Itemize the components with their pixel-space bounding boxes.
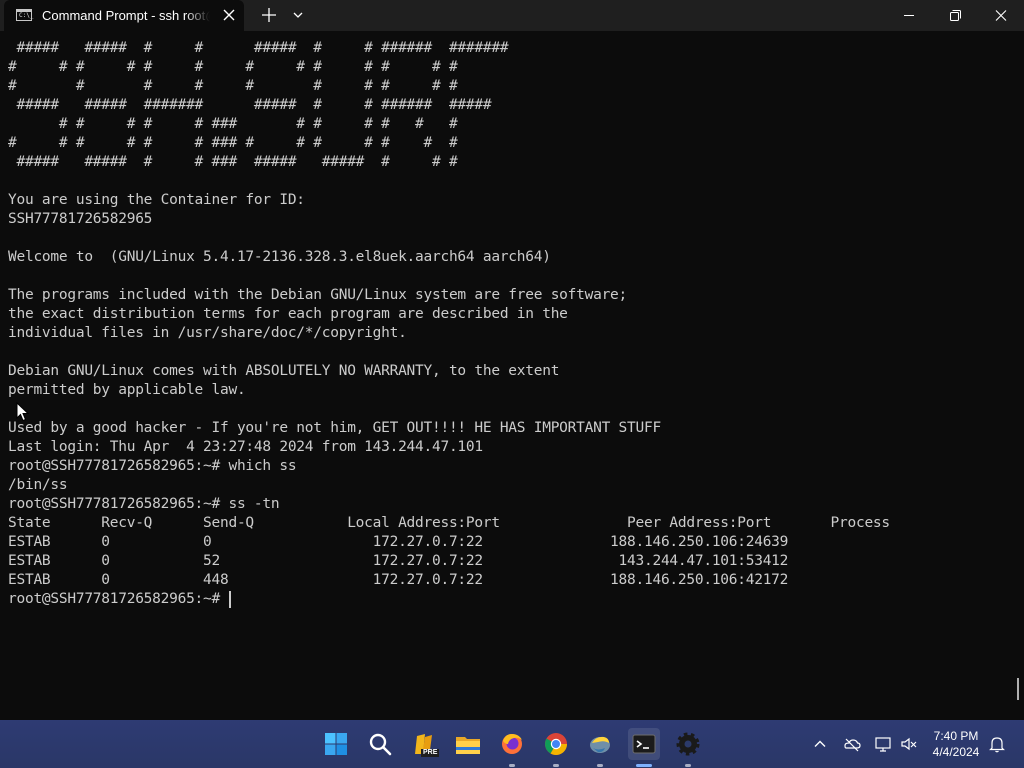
running-indicator xyxy=(597,764,603,767)
title-bar[interactable]: C:\_ Command Prompt - ssh root@ xyxy=(0,0,1024,31)
search-button[interactable] xyxy=(364,728,396,760)
close-icon xyxy=(223,9,235,21)
terminal-window: C:\_ Command Prompt - ssh root@ ##### ##… xyxy=(0,0,1024,720)
command-prompt-icon-text: C:\_ xyxy=(19,12,34,19)
pre-badge: PRE xyxy=(421,749,440,757)
settings-button[interactable] xyxy=(672,728,704,767)
file-explorer-button[interactable] xyxy=(452,728,484,760)
scrollbar-thumb[interactable] xyxy=(1017,678,1019,700)
windows-start-icon xyxy=(325,733,347,755)
tab-title: Command Prompt - ssh root@ xyxy=(42,8,210,23)
running-indicator xyxy=(509,764,515,767)
terminal-line: Welcome to (GNU/Linux 5.4.17-2136.328.3.… xyxy=(8,249,551,265)
command-prompt-icon: C:\_ xyxy=(16,9,34,21)
chrome-icon xyxy=(545,733,567,755)
taskbar: PRE 7:40 PM 4/4/2024 xyxy=(0,720,1024,768)
search-icon xyxy=(369,733,392,756)
text-cursor xyxy=(229,591,232,608)
settings-gear-icon xyxy=(676,732,700,756)
terminal-line: State Recv-Q Send-Q Local Address:Port P… xyxy=(8,515,890,531)
terminal-line: ESTAB 0 448 172.27.0.7:22 188.146.250.10… xyxy=(8,572,789,588)
firefox-button[interactable] xyxy=(496,728,528,767)
tab-dropdown-button[interactable] xyxy=(288,4,308,26)
mouse-cursor-icon xyxy=(16,401,30,427)
plus-icon xyxy=(262,8,276,22)
onedrive-offline-icon xyxy=(844,738,861,752)
running-indicator xyxy=(685,764,691,767)
clock-time: 7:40 PM xyxy=(933,729,979,743)
windows-start-button[interactable] xyxy=(320,728,352,760)
terminal-line: # # # # # # ### # # # # # # # xyxy=(8,135,458,151)
terminal-line: # # # # # # # # # # # # # xyxy=(8,59,458,75)
terminal-line: permitted by applicable law. xyxy=(8,382,246,398)
show-hidden-icons-button[interactable] xyxy=(810,734,830,754)
terminal-button[interactable] xyxy=(628,728,660,767)
chevron-down-icon xyxy=(293,12,303,18)
python-idle-button[interactable] xyxy=(584,728,616,767)
chevron-up-icon xyxy=(814,740,826,747)
terminal-line: Debian GNU/Linux comes with ABSOLUTELY N… xyxy=(8,363,560,379)
python-idle-icon xyxy=(590,736,610,753)
running-indicator xyxy=(553,764,559,767)
network-tray-button[interactable] xyxy=(873,734,893,754)
terminal-icon xyxy=(632,734,656,754)
terminal-line: The programs included with the Debian GN… xyxy=(8,287,628,303)
terminal-line: root@SSH77781726582965:~# ss -tn xyxy=(8,496,280,512)
terminal-line: the exact distribution terms for each pr… xyxy=(8,306,568,322)
close-icon xyxy=(995,10,1007,21)
terminal-line: Last login: Thu Apr 4 23:27:48 2024 from… xyxy=(8,439,483,455)
active-indicator xyxy=(636,764,652,767)
onedrive-tray-button[interactable] xyxy=(842,734,862,754)
network-icon xyxy=(875,737,891,752)
minimize-icon xyxy=(904,15,914,16)
close-window-button[interactable] xyxy=(978,0,1024,31)
terminal-line: # # # # # # # # # # xyxy=(8,78,458,94)
tab-command-prompt[interactable]: C:\_ Command Prompt - ssh root@ xyxy=(4,0,244,31)
chrome-button[interactable] xyxy=(540,728,572,767)
terminal-line: ESTAB 0 0 172.27.0.7:22 188.146.250.106:… xyxy=(8,534,789,550)
sticky-notes-pre-button[interactable]: PRE xyxy=(408,728,440,760)
terminal-line: ##### ##### ####### ##### # # ###### ###… xyxy=(8,97,492,113)
terminal-line: /bin/ss xyxy=(8,477,68,493)
terminal-line: SSH77781726582965 xyxy=(8,211,153,227)
new-tab-button[interactable] xyxy=(258,4,280,26)
terminal-output[interactable]: ##### ##### # # ##### # # ###### #######… xyxy=(0,39,1010,720)
minimize-button[interactable] xyxy=(886,0,932,31)
file-explorer-icon xyxy=(456,737,480,754)
clock-date: 4/4/2024 xyxy=(932,745,980,759)
bell-icon xyxy=(989,737,1005,753)
terminal-line: # # # # # ### # # # # # # xyxy=(8,116,458,132)
firefox-icon xyxy=(502,734,522,754)
volume-tray-button[interactable] xyxy=(899,734,919,754)
close-tab-button[interactable] xyxy=(220,6,238,24)
terminal-line: You are using the Container for ID: xyxy=(8,192,305,208)
terminal-line: Used by a good hacker - If you're not hi… xyxy=(8,420,661,436)
restore-icon xyxy=(950,10,961,21)
terminal-line: root@SSH77781726582965:~# which ss xyxy=(8,458,297,474)
notifications-button[interactable] xyxy=(987,734,1007,754)
terminal-line: ##### ##### # # ##### # # ###### ####### xyxy=(8,40,509,56)
terminal-line: ESTAB 0 52 172.27.0.7:22 143.244.47.101:… xyxy=(8,553,789,569)
terminal-line: ##### ##### # # ### ##### ##### # # # xyxy=(8,154,458,170)
taskbar-clock[interactable]: 7:40 PM 4/4/2024 xyxy=(926,728,986,760)
terminal-line: individual files in /usr/share/doc/*/cop… xyxy=(8,325,407,341)
maximize-button[interactable] xyxy=(932,0,978,31)
terminal-line: root@SSH77781726582965:~# xyxy=(8,591,229,607)
volume-muted-icon xyxy=(901,737,917,751)
